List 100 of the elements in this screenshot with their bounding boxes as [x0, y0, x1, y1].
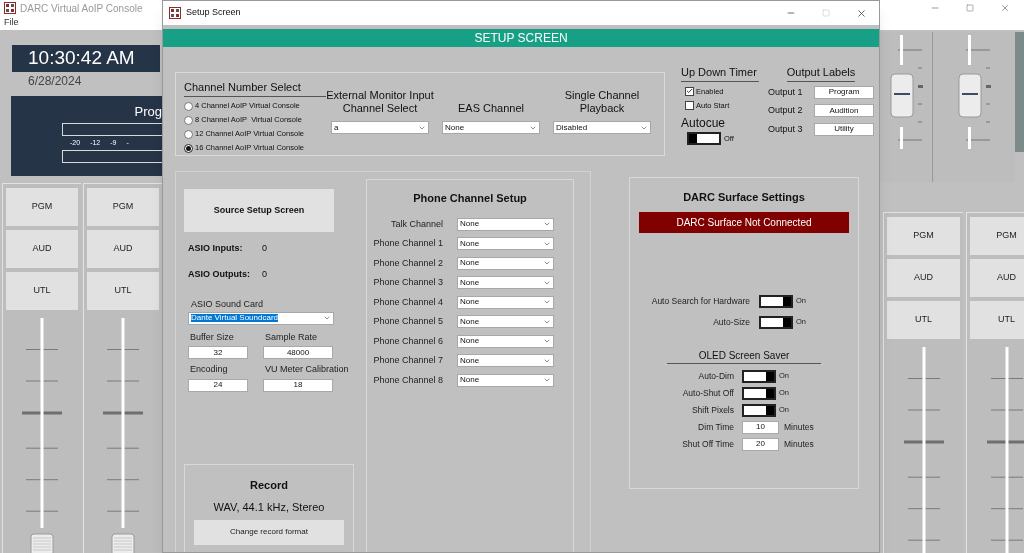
time-unit: Minutes [784, 420, 814, 434]
close-icon[interactable] [1000, 3, 1010, 13]
window-title: DARC Virtual AoIP Console [20, 1, 143, 16]
phone-label: Phone Channel 8 [372, 373, 443, 387]
section-title: Up Down Timer [681, 64, 759, 82]
dropdown[interactable]: None [457, 295, 554, 309]
toggle-label: Auto Search for Hardware [650, 294, 750, 308]
record-title: Record [250, 477, 288, 493]
app-icon [169, 7, 181, 19]
toggle-switch[interactable] [687, 132, 721, 145]
dropdown[interactable]: None [457, 334, 554, 348]
stat-value: 0 [262, 242, 267, 255]
dialog-title: Setup Screen [186, 6, 241, 20]
stat-label: ASIO Inputs: [188, 242, 244, 255]
field-label: VU Meter Calibration [264, 363, 348, 376]
bus-button[interactable]: PGM [6, 188, 78, 226]
bus-button[interactable]: AUD [6, 230, 78, 268]
output-label: Output 2 [768, 104, 804, 117]
change-format-button[interactable]: Change record format [194, 519, 344, 545]
dropdown[interactable]: a [331, 121, 429, 134]
phone-label: Talk Channel [389, 217, 443, 231]
toggle-label: Auto-Shut Off [681, 386, 734, 400]
bus-button[interactable]: PGM [87, 188, 159, 226]
panel-title: Phone Channel Setup [412, 191, 528, 206]
bus-button[interactable]: UTL [970, 301, 1024, 339]
field-label: Sample Rate [264, 330, 319, 344]
time-label: Dim Time [697, 420, 734, 434]
dropdown[interactable]: None [442, 121, 540, 134]
dropdown[interactable]: None [457, 256, 554, 270]
dropdown[interactable]: None [457, 315, 554, 329]
stat-value: 0 [262, 267, 267, 281]
bus-button[interactable]: AUD [970, 259, 1024, 297]
bus-button[interactable]: UTL [87, 272, 159, 310]
close-icon[interactable] [856, 7, 867, 19]
bus-button[interactable]: AUD [887, 259, 960, 297]
text-field[interactable]: Audition [814, 104, 874, 118]
phone-label: Phone Channel 6 [372, 334, 443, 348]
radio-button[interactable] [184, 143, 193, 153]
dropdown[interactable]: Disabled [553, 121, 651, 134]
menu-item[interactable]: File [4, 16, 19, 30]
panel-title: DARC Surface Settings [683, 190, 805, 205]
toggle-label: Auto-Size [712, 315, 750, 329]
text-field[interactable]: Utility [814, 122, 874, 136]
stat-label: ASIO Outputs: [188, 267, 251, 281]
phone-label: Phone Channel 3 [372, 276, 443, 289]
radio-button[interactable] [184, 129, 193, 139]
meter-title: Prog [134, 103, 162, 121]
radio-button[interactable] [184, 101, 193, 111]
dropdown[interactable]: Dante Virtual Soundcard [188, 311, 334, 325]
field-label: ASIO Sound Card [190, 298, 265, 311]
text-field[interactable]: 20 [742, 437, 779, 451]
field-label: Buffer Size [189, 330, 235, 344]
clock-time: 10:30:42 AM [28, 46, 135, 71]
text-field[interactable]: 18 [263, 378, 333, 392]
dropdown[interactable]: None [457, 354, 554, 368]
clock-date: 6/28/2024 [28, 73, 83, 90]
source-setup-button[interactable]: Source Setup Screen [184, 189, 334, 232]
phone-label: Phone Channel 5 [372, 315, 443, 328]
text-field[interactable]: 48000 [263, 346, 333, 359]
group-title: Channel Number Select [184, 79, 326, 97]
section-title: Output Labels [786, 64, 856, 82]
toggle-switch[interactable] [759, 315, 793, 329]
toggle-label: Auto-Dim [697, 369, 734, 383]
phone-label: Phone Channel 4 [372, 295, 443, 309]
text-field[interactable]: 10 [742, 420, 779, 434]
header-title: SETUP SCREEN [474, 30, 568, 47]
bus-button[interactable]: PGM [970, 217, 1024, 255]
text-field[interactable]: 24 [188, 378, 248, 392]
text-field[interactable]: 32 [188, 346, 248, 359]
radio-button[interactable] [184, 115, 193, 125]
dropdown[interactable]: None [457, 237, 554, 251]
output-label: Output 1 [768, 85, 804, 99]
section-title: Autocue [681, 115, 727, 132]
text-field[interactable]: Program [814, 85, 874, 99]
dropdown-label: External Monitor Input Channel Select [325, 88, 435, 115]
output-label: Output 3 [768, 122, 804, 136]
toggle-switch[interactable] [742, 369, 776, 383]
phone-label: Phone Channel 1 [372, 237, 443, 250]
dropdown[interactable]: None [457, 373, 554, 387]
phone-label: Phone Channel 7 [372, 354, 443, 367]
checkbox[interactable] [685, 100, 694, 110]
toggle-switch[interactable] [742, 386, 776, 400]
section-title: OLED Screen Saver [667, 347, 821, 364]
bus-button[interactable]: UTL [6, 272, 78, 310]
status-text: DARC Surface Not Connected [676, 215, 812, 230]
dropdown-label: Single Channel Playback [563, 88, 641, 115]
bus-button[interactable]: UTL [887, 301, 960, 339]
toggle-switch[interactable] [759, 294, 793, 308]
time-label: Shut Off Time [681, 437, 734, 451]
checkbox[interactable] [685, 86, 694, 96]
phone-label: Phone Channel 2 [372, 256, 443, 270]
toggle-label: Shift Pixels [690, 403, 734, 417]
toggle-switch[interactable] [742, 403, 776, 417]
dropdown[interactable]: None [457, 217, 554, 231]
dropdown[interactable]: None [457, 276, 554, 290]
time-unit: Minutes [784, 437, 814, 451]
field-label: Encoding [189, 363, 229, 376]
record-format: WAV, 44.1 kHz, Stereo [213, 500, 325, 515]
bus-button[interactable]: PGM [887, 217, 960, 255]
bus-button[interactable]: AUD [87, 230, 159, 268]
